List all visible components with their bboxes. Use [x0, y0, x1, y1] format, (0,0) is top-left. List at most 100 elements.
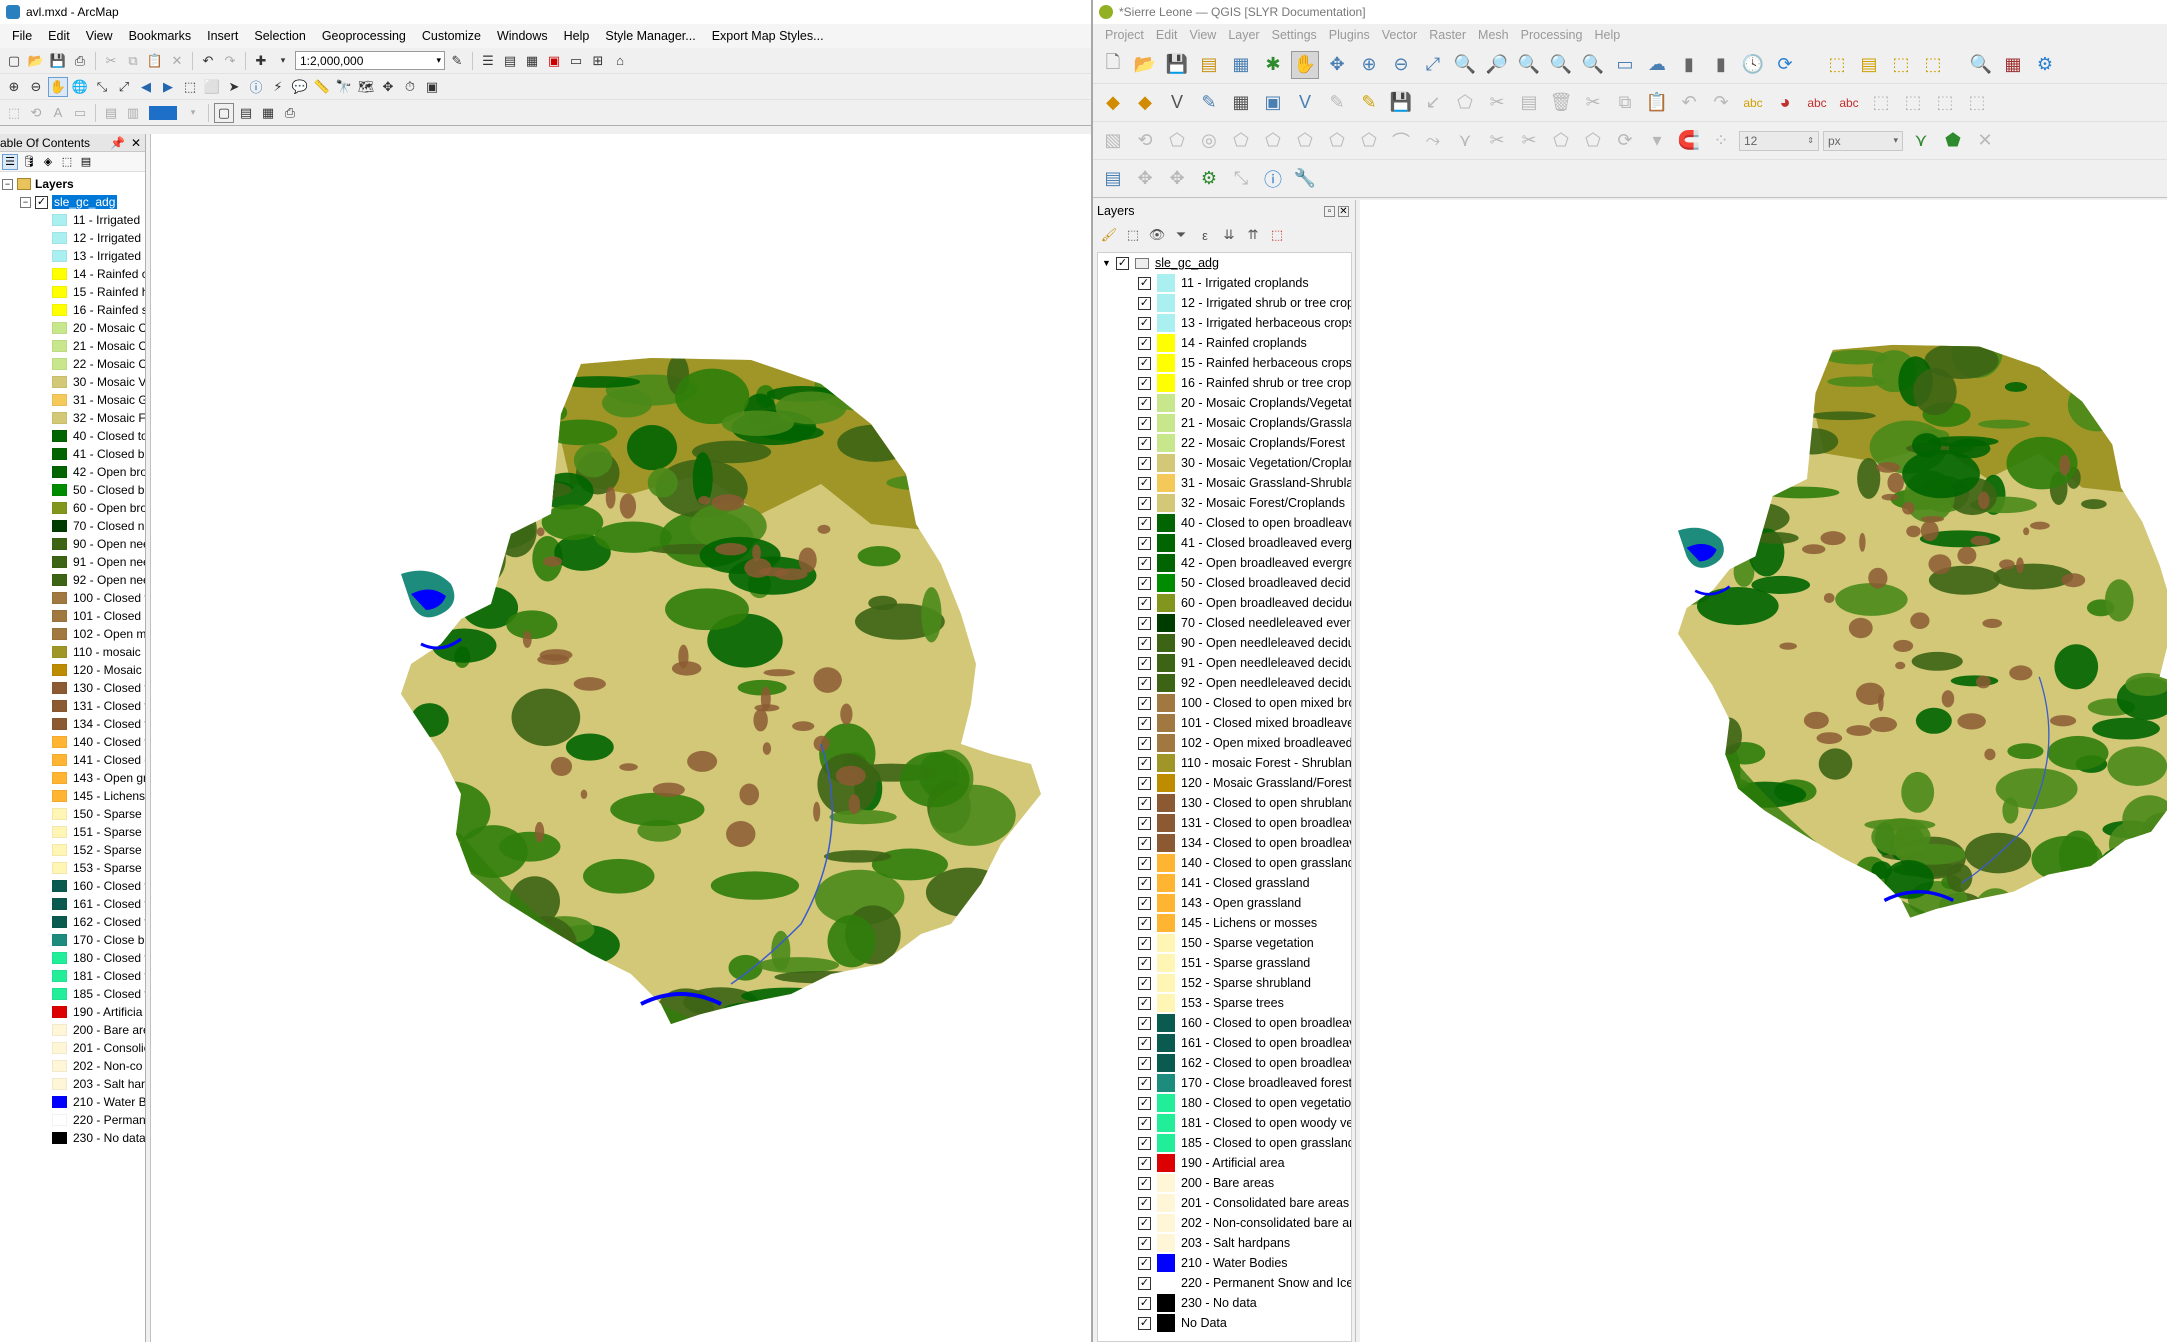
- legend-item[interactable]: 91 - Open nee: [0, 553, 145, 571]
- legend-swatch[interactable]: [52, 736, 67, 748]
- legend-swatch[interactable]: [52, 484, 67, 496]
- legend-item[interactable]: ✓ 41 - Closed broadleaved evergre: [1098, 533, 1351, 553]
- legend-item-checkbox[interactable]: ✓: [1138, 936, 1151, 950]
- legend-item-checkbox[interactable]: ✓: [1138, 656, 1151, 670]
- legend-item[interactable]: ✓ 151 - Sparse grassland: [1098, 953, 1351, 973]
- legend-item-checkbox[interactable]: ✓: [1138, 1196, 1151, 1210]
- new-geopackage-icon[interactable]: ◆: [1131, 89, 1159, 117]
- create-viewer-icon[interactable]: ▣: [422, 77, 442, 97]
- show-bookmarks-icon[interactable]: ▮: [1707, 51, 1735, 79]
- merge-features-icon[interactable]: ⬠: [1547, 127, 1575, 155]
- legend-item[interactable]: ✓ 60 - Open broadleaved deciduou: [1098, 593, 1351, 613]
- legend-item-checkbox[interactable]: ✓: [1138, 316, 1151, 330]
- legend-item[interactable]: 210 - Water B: [0, 1093, 145, 1111]
- qgis-menu-layer[interactable]: Layer: [1222, 28, 1265, 42]
- legend-item-checkbox[interactable]: ✓: [1138, 296, 1151, 310]
- legend-item[interactable]: 153 - Sparse t: [0, 859, 145, 877]
- settings-gear-icon[interactable]: ⚙: [2031, 51, 2059, 79]
- legend-item[interactable]: 15 - Rainfed h: [0, 283, 145, 301]
- legend-item[interactable]: ✓ 170 - Close broadleaved forest pe: [1098, 1073, 1351, 1093]
- legend-item-checkbox[interactable]: ✓: [1138, 1176, 1151, 1190]
- zoom-last-icon[interactable]: 🔍: [1547, 51, 1575, 79]
- annotation-tool-icon[interactable]: ⤡: [1227, 165, 1255, 193]
- full-extent-icon[interactable]: 🌐: [70, 77, 90, 97]
- legend-swatch[interactable]: [52, 502, 67, 514]
- legend-item[interactable]: ✓ 13 - Irrigated herbaceous crops: [1098, 313, 1351, 333]
- arcmap-menu-selection[interactable]: Selection: [246, 27, 313, 45]
- legend-swatch[interactable]: [52, 844, 67, 856]
- chevron-down-icon[interactable]: ▾: [273, 51, 293, 71]
- modify-attributes-icon[interactable]: ▤: [1515, 89, 1543, 117]
- zoom-native-icon[interactable]: 🔍: [1515, 51, 1543, 79]
- legend-item-checkbox[interactable]: ✓: [1138, 436, 1151, 450]
- arcmap-menu-style-manager[interactable]: Style Manager...: [597, 27, 703, 45]
- legend-item-checkbox[interactable]: ✓: [1138, 536, 1151, 550]
- select-features-icon[interactable]: ⬚: [1823, 51, 1851, 79]
- list-by-visibility-icon[interactable]: ◈: [40, 154, 56, 170]
- processing-toolbox-icon[interactable]: ⚙: [1195, 165, 1223, 193]
- qgis-menu-processing[interactable]: Processing: [1515, 28, 1589, 42]
- legend-item[interactable]: 102 - Open m: [0, 625, 145, 643]
- arcmap-menu-help[interactable]: Help: [556, 27, 598, 45]
- legend-swatch[interactable]: [52, 430, 67, 442]
- legend-item[interactable]: ✓ No Data: [1098, 1313, 1351, 1333]
- save-edits-icon[interactable]: 💾: [1387, 89, 1415, 117]
- legend-item[interactable]: 150 - Sparse v: [0, 805, 145, 823]
- zoom-in-icon[interactable]: ⊕: [4, 77, 24, 97]
- offset-point-symbols-icon[interactable]: ▾: [1643, 127, 1671, 155]
- help-icon[interactable]: ⌂: [610, 51, 630, 71]
- reshape-icon[interactable]: ⬠: [1355, 127, 1383, 155]
- legend-item[interactable]: 50 - Closed b: [0, 481, 145, 499]
- split-features-icon[interactable]: ✂: [1483, 127, 1511, 155]
- legend-item[interactable]: ✓ 200 - Bare areas: [1098, 1173, 1351, 1193]
- legend-item[interactable]: ✓ 50 - Closed broadleaved deciduc: [1098, 573, 1351, 593]
- cut-features-icon[interactable]: ✂: [1579, 89, 1607, 117]
- page-layout-icon[interactable]: ▤: [236, 103, 256, 123]
- diagram-tool-icon[interactable]: ◕: [1771, 89, 1799, 117]
- legend-item-checkbox[interactable]: ✓: [1138, 376, 1151, 390]
- legend-item[interactable]: 30 - Mosaic V: [0, 373, 145, 391]
- legend-swatch[interactable]: [52, 322, 67, 334]
- legend-swatch[interactable]: [52, 1060, 67, 1072]
- legend-item-checkbox[interactable]: ✓: [1138, 856, 1151, 870]
- legend-item[interactable]: 145 - Lichens: [0, 787, 145, 805]
- legend-item[interactable]: ✓ 101 - Closed mixed broadleaved: [1098, 713, 1351, 733]
- identify-features-icon[interactable]: 🔍: [1967, 51, 1995, 79]
- qgis-menu-vector[interactable]: Vector: [1376, 28, 1423, 42]
- trim-extend-icon[interactable]: ⋎: [1451, 127, 1479, 155]
- legend-item[interactable]: ✓ 180 - Closed to open vegetation: [1098, 1093, 1351, 1113]
- filter-legend-icon[interactable]: ⏷: [1171, 225, 1191, 245]
- select-elements-icon[interactable]: ➤: [224, 77, 244, 97]
- legend-swatch[interactable]: [52, 520, 67, 532]
- redo-icon[interactable]: ↷: [220, 51, 240, 71]
- manage-map-themes-icon[interactable]: 👁: [1147, 225, 1167, 245]
- legend-item[interactable]: 181 - Closed t: [0, 967, 145, 985]
- paste-icon[interactable]: 📋: [145, 51, 165, 71]
- html-popup-icon[interactable]: 💬: [290, 77, 310, 97]
- fill-color-swatch[interactable]: [149, 105, 177, 120]
- digitize-icon[interactable]: ↙: [1419, 89, 1447, 117]
- qgis-menu-plugins[interactable]: Plugins: [1323, 28, 1376, 42]
- arcmap-menu-file[interactable]: File: [4, 27, 40, 45]
- legend-item[interactable]: ✓ 140 - Closed to open grassland: [1098, 853, 1351, 873]
- show-hide-labels-icon[interactable]: abc: [1835, 89, 1863, 117]
- legend-item[interactable]: ✓ 70 - Closed needleleaved evergre: [1098, 613, 1351, 633]
- list-by-drawing-order-icon[interactable]: ☰: [2, 153, 18, 170]
- print-layout-icon[interactable]: ▤: [1195, 51, 1223, 79]
- legend-item-checkbox[interactable]: ✓: [1138, 1276, 1151, 1290]
- legend-swatch[interactable]: [52, 826, 67, 838]
- legend-item-checkbox[interactable]: ✓: [1138, 516, 1151, 530]
- map-scale-input[interactable]: 1:2,000,000 ▾: [295, 51, 445, 70]
- legend-item-checkbox[interactable]: ✓: [1138, 616, 1151, 630]
- pin-icon[interactable]: 📌: [110, 136, 125, 150]
- filter-by-expression-icon[interactable]: ε: [1195, 225, 1215, 245]
- open-icon[interactable]: 📂: [26, 51, 46, 71]
- cut-icon[interactable]: ✂: [101, 51, 121, 71]
- vertex-tool-icon[interactable]: ✂: [1483, 89, 1511, 117]
- legend-item-checkbox[interactable]: ✓: [1138, 456, 1151, 470]
- editor-toolbar-icon[interactable]: ✎: [447, 51, 467, 71]
- legend-item[interactable]: 201 - Consolic: [0, 1039, 145, 1057]
- table-of-contents-icon[interactable]: ☰: [478, 51, 498, 71]
- catalog-icon[interactable]: ▤: [500, 51, 520, 71]
- legend-item[interactable]: ✓ 21 - Mosaic Croplands/Grasslanc: [1098, 413, 1351, 433]
